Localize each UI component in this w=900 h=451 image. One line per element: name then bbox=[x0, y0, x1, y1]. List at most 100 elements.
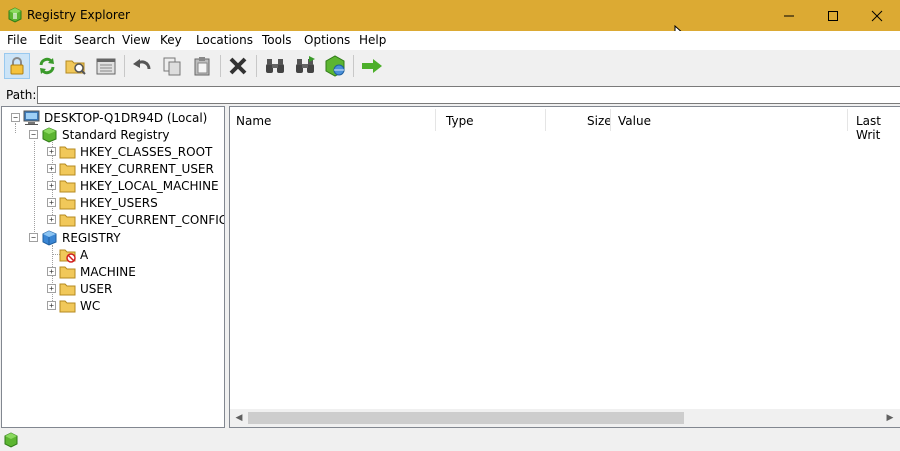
tree-label-registry-child: WC bbox=[80, 298, 101, 313]
column-header-name[interactable]: Name bbox=[236, 107, 271, 134]
find-button[interactable] bbox=[262, 53, 288, 79]
undo-icon bbox=[133, 59, 151, 70]
maximize-icon bbox=[828, 10, 838, 21]
close-button[interactable] bbox=[854, 0, 900, 31]
tree-expander-hive[interactable]: + bbox=[47, 164, 56, 173]
toolbar-separator bbox=[124, 55, 125, 77]
tree-expander-standard[interactable]: − bbox=[29, 130, 38, 139]
column-divider[interactable] bbox=[610, 109, 611, 131]
hive-button[interactable] bbox=[93, 53, 119, 79]
find-icon bbox=[266, 59, 284, 73]
undo-button[interactable] bbox=[129, 53, 155, 79]
tree-expander-registry-child[interactable]: + bbox=[47, 301, 56, 310]
tree-node-registry[interactable]: REGISTRY bbox=[41, 229, 121, 246]
standard-registry-icon bbox=[42, 126, 57, 143]
folder-icon bbox=[59, 180, 76, 192]
column-divider[interactable] bbox=[545, 109, 546, 131]
menu-help[interactable]: Help bbox=[359, 33, 386, 47]
go-button[interactable] bbox=[359, 53, 385, 79]
column-header-size[interactable]: Size bbox=[587, 107, 612, 134]
column-header-type[interactable]: Type bbox=[446, 107, 474, 134]
folder-error-icon bbox=[59, 249, 76, 263]
status-registry-icon bbox=[4, 432, 18, 448]
folder-icon bbox=[59, 146, 76, 158]
tree-node-registry-child[interactable]: A bbox=[59, 246, 88, 263]
window-title: Registry Explorer bbox=[27, 8, 130, 22]
tree-label-hive: HKEY_CURRENT_USER bbox=[80, 161, 214, 176]
tree-expander-hive[interactable]: + bbox=[47, 181, 56, 190]
folder-icon bbox=[59, 300, 76, 312]
menu-locations[interactable]: Locations bbox=[196, 33, 253, 47]
copy-button[interactable] bbox=[159, 53, 185, 79]
refresh-icon bbox=[39, 57, 55, 75]
tree-node-hive[interactable]: HKEY_CURRENT_USER bbox=[59, 160, 214, 177]
delete-icon bbox=[229, 57, 247, 75]
tree-node-hive[interactable]: HKEY_USERS bbox=[59, 194, 158, 211]
tree-expander-computer[interactable]: − bbox=[11, 113, 20, 122]
lock-button[interactable] bbox=[4, 53, 30, 79]
tree-expander-registry-child[interactable]: + bbox=[47, 284, 56, 293]
open-folder-button[interactable] bbox=[63, 53, 89, 79]
tree-expander-registry-child[interactable]: + bbox=[47, 267, 56, 276]
menu-tools[interactable]: Tools bbox=[262, 33, 292, 47]
menu-view[interactable]: View bbox=[122, 33, 150, 47]
path-bar: Path: bbox=[0, 84, 900, 106]
tree-node-hive[interactable]: HKEY_CURRENT_CONFIG bbox=[59, 211, 225, 228]
menu-edit[interactable]: Edit bbox=[39, 33, 62, 47]
tree-label-hive: HKEY_CURRENT_CONFIG bbox=[80, 212, 225, 227]
path-input[interactable] bbox=[37, 86, 900, 104]
title-bar: Registry Explorer bbox=[0, 0, 900, 43]
maximize-button[interactable] bbox=[810, 0, 856, 31]
column-header-last-write[interactable]: Last Writ bbox=[856, 107, 900, 142]
close-icon bbox=[871, 10, 883, 21]
tree-node-standard-registry[interactable]: Standard Registry bbox=[41, 126, 170, 143]
menu-key[interactable]: Key bbox=[160, 33, 182, 47]
scroll-left-icon[interactable]: ◀ bbox=[233, 412, 245, 424]
find-next-button[interactable] bbox=[292, 53, 318, 79]
folder-icon bbox=[59, 163, 76, 175]
paste-icon bbox=[194, 57, 210, 76]
toolbar bbox=[0, 50, 900, 83]
go-arrow-icon bbox=[362, 59, 382, 73]
column-divider[interactable] bbox=[435, 109, 436, 131]
tree-node-registry-child[interactable]: USER bbox=[59, 280, 112, 297]
tree-label-registry: REGISTRY bbox=[62, 230, 121, 245]
tree-label-hive: HKEY_USERS bbox=[80, 195, 158, 210]
tree-label-registry-child: MACHINE bbox=[80, 264, 136, 279]
values-list[interactable]: Name Type Size Value Last Writ ◀ ▶ bbox=[229, 106, 900, 428]
find-next-icon bbox=[296, 56, 315, 73]
refresh-button[interactable] bbox=[34, 53, 60, 79]
registry-tree[interactable]: − DESKTOP-Q1DR94D (Local) − Standard Reg… bbox=[1, 106, 225, 428]
tree-node-registry-child[interactable]: MACHINE bbox=[59, 263, 136, 280]
tree-expander-hive[interactable]: + bbox=[47, 215, 56, 224]
tree-expander-hive[interactable]: + bbox=[47, 198, 56, 207]
tree-node-computer[interactable]: DESKTOP-Q1DR94D (Local) bbox=[23, 109, 207, 126]
tree-expander-registry[interactable]: − bbox=[29, 233, 38, 242]
column-divider[interactable] bbox=[847, 109, 848, 131]
tree-label-hive: HKEY_CLASSES_ROOT bbox=[80, 144, 213, 159]
lock-icon bbox=[10, 57, 24, 75]
tree-label-standard-registry: Standard Registry bbox=[62, 127, 170, 142]
tree-expander-hive[interactable]: + bbox=[47, 147, 56, 156]
folder-icon bbox=[59, 197, 76, 209]
tree-node-registry-child[interactable]: WC bbox=[59, 297, 100, 314]
menu-options[interactable]: Options bbox=[304, 33, 350, 47]
tree-node-hive[interactable]: HKEY_CLASSES_ROOT bbox=[59, 143, 212, 160]
folder-icon bbox=[59, 266, 76, 278]
tree-guide-line bbox=[15, 123, 16, 133]
registry-globe-button[interactable] bbox=[322, 53, 348, 79]
minimize-button[interactable] bbox=[766, 0, 812, 31]
menu-search[interactable]: Search bbox=[74, 33, 115, 47]
tree-node-hive[interactable]: HKEY_LOCAL_MACHINE bbox=[59, 177, 219, 194]
delete-button[interactable] bbox=[225, 53, 251, 79]
tree-label-computer: DESKTOP-Q1DR94D (Local) bbox=[44, 110, 208, 125]
tree-guide-line bbox=[34, 141, 35, 238]
menu-file[interactable]: File bbox=[7, 33, 27, 47]
minimize-icon bbox=[784, 15, 794, 16]
toolbar-separator bbox=[353, 55, 354, 77]
column-header-value[interactable]: Value bbox=[618, 107, 651, 134]
scroll-right-icon[interactable]: ▶ bbox=[884, 412, 896, 424]
horizontal-scrollbar[interactable]: ◀ ▶ bbox=[230, 409, 900, 427]
paste-button[interactable] bbox=[189, 53, 215, 79]
scroll-thumb[interactable] bbox=[248, 412, 684, 424]
